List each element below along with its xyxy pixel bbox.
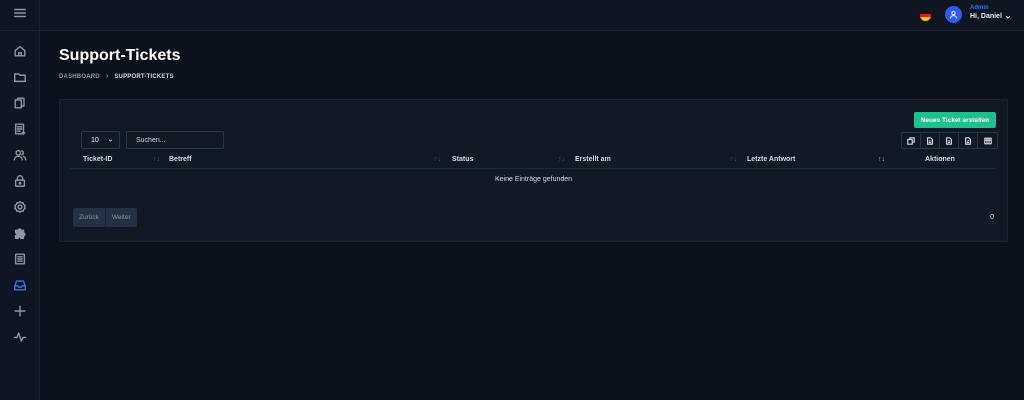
sort-desc-icon[interactable]: ↑↓ (878, 156, 885, 163)
sidebar-item-copies[interactable] (0, 92, 40, 118)
tickets-card: Neues Ticket erstellen 10 Ticket-ID ↑↓ B… (59, 99, 1008, 242)
copy-icon (13, 96, 27, 115)
copy-icon (907, 136, 915, 145)
user-role: Admin (970, 5, 989, 11)
page-title: Support-Tickets (59, 47, 181, 64)
hamburger-icon[interactable] (13, 6, 27, 25)
user-icon (949, 10, 958, 19)
gear-icon (13, 200, 27, 219)
sidebar-header (0, 0, 39, 31)
breadcrumb-current: SUPPORT-TICKETS (114, 73, 174, 80)
puzzle-icon (13, 226, 27, 245)
users-icon (13, 148, 27, 167)
next-page-button[interactable]: Weiter (104, 208, 137, 227)
empty-table-message: Keine Einträge gefunden (494, 176, 573, 183)
column-header-ticket-id[interactable]: Ticket-ID (83, 156, 112, 163)
table-header: Ticket-ID ↑↓ Betreff ↑↓ Status ↑↓ Erstel… (70, 152, 996, 169)
copy-button[interactable] (902, 133, 921, 148)
user-greeting[interactable]: Hi, Daniel (970, 13, 1011, 20)
sidebar-item-support-tickets[interactable] (0, 274, 40, 300)
document-icon (13, 252, 27, 271)
de-flag-icon[interactable] (920, 10, 931, 21)
chevron-right-icon: › (105, 73, 109, 80)
sidebar-item-security[interactable] (0, 170, 40, 196)
sidebar (0, 0, 40, 400)
sidebar-item-users[interactable] (0, 144, 40, 170)
sidebar-item-extensions[interactable] (0, 222, 40, 248)
csv-icon (927, 136, 933, 145)
pagination: Zurück Weiter (73, 208, 137, 227)
chevron-down-icon (1005, 15, 1011, 19)
record-count: 0 (990, 214, 994, 221)
invoice-icon (13, 122, 27, 141)
sort-icon[interactable]: ↑↓ (153, 156, 160, 163)
page-length-value: 10 (91, 136, 99, 144)
sidebar-item-invoices[interactable] (0, 118, 40, 144)
column-header-created[interactable]: Erstellt am (575, 156, 611, 163)
sidebar-item-settings[interactable] (0, 196, 40, 222)
search-input[interactable] (126, 131, 224, 149)
sidebar-item-activity[interactable] (0, 326, 40, 352)
sidebar-item-documents[interactable] (0, 248, 40, 274)
sidebar-item-home[interactable] (0, 40, 40, 66)
sort-icon[interactable]: ↑↓ (434, 156, 441, 163)
excel-icon (946, 136, 952, 145)
column-header-last-reply[interactable]: Letzte Antwort (747, 156, 795, 163)
plus-icon (13, 304, 27, 323)
page-length-select[interactable]: 10 (81, 131, 120, 149)
sort-icon[interactable]: ↑↓ (558, 156, 565, 163)
breadcrumb: DASHBOARD › SUPPORT-TICKETS (59, 73, 174, 80)
top-header: Admin Hi, Daniel (40, 0, 1024, 31)
sidebar-item-files[interactable] (0, 66, 40, 92)
folder-icon (13, 70, 27, 89)
column-header-actions: Aktionen (925, 156, 955, 163)
user-menu[interactable]: Admin Hi, Daniel (970, 5, 1011, 20)
column-header-subject[interactable]: Betreff (169, 156, 192, 163)
greeting-text: Hi, Daniel (970, 13, 1002, 20)
new-ticket-button[interactable]: Neues Ticket erstellen (914, 112, 996, 128)
activity-icon (13, 330, 27, 349)
columns-icon (983, 137, 992, 144)
previous-page-button[interactable]: Zurück (73, 208, 105, 227)
sidebar-nav (0, 31, 39, 352)
avatar[interactable] (945, 6, 962, 23)
pdf-button[interactable] (959, 133, 978, 148)
excel-button[interactable] (940, 133, 959, 148)
chevron-down-icon (108, 139, 113, 142)
lock-icon (13, 174, 27, 193)
export-button-group (901, 132, 998, 149)
inbox-icon (13, 278, 27, 297)
column-header-status[interactable]: Status (452, 156, 473, 163)
csv-button[interactable] (921, 133, 940, 148)
breadcrumb-dashboard[interactable]: DASHBOARD (59, 74, 100, 80)
sort-icon[interactable]: ↑↓ (730, 156, 737, 163)
sidebar-item-add[interactable] (0, 300, 40, 326)
pdf-icon (965, 136, 971, 145)
columns-button[interactable] (978, 133, 997, 148)
home-icon (13, 44, 27, 63)
